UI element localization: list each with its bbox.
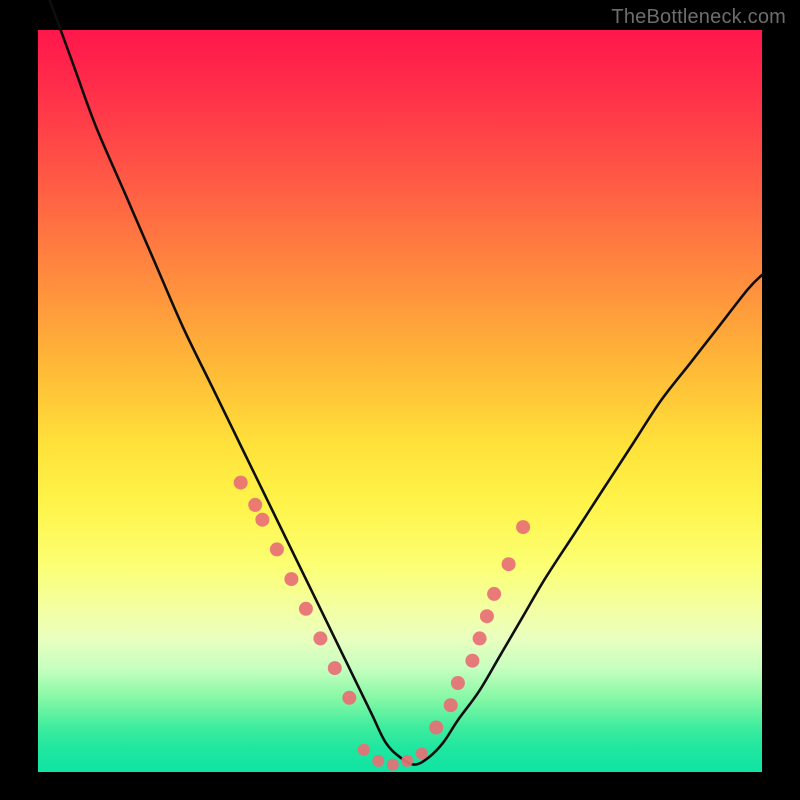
curve-marker: [451, 676, 465, 690]
curve-marker: [473, 631, 487, 645]
curve-marker: [429, 721, 443, 735]
curve-marker: [342, 691, 356, 705]
curve-marker: [328, 661, 342, 675]
curve-marker: [516, 520, 530, 534]
curve-marker: [465, 654, 479, 668]
curve-group: [38, 0, 762, 765]
chart-frame: TheBottleneck.com: [0, 0, 800, 800]
curve-marker: [487, 587, 501, 601]
curve-marker: [444, 698, 458, 712]
curve-marker: [270, 542, 284, 556]
curve-marker: [416, 748, 428, 760]
curve-marker: [284, 572, 298, 586]
plot-area: [38, 30, 762, 772]
curve-marker: [255, 513, 269, 527]
watermark-text: TheBottleneck.com: [611, 6, 786, 29]
bottleneck-curve: [38, 0, 762, 765]
curve-marker: [401, 755, 413, 767]
curve-marker: [313, 631, 327, 645]
curve-marker: [299, 602, 313, 616]
curve-marker: [234, 476, 248, 490]
curve-marker: [387, 759, 399, 771]
curve-marker: [372, 755, 384, 767]
curve-marker: [248, 498, 262, 512]
curve-marker: [502, 557, 516, 571]
curve-marker: [358, 744, 370, 756]
curve-marker: [480, 609, 494, 623]
bottleneck-curve-svg: [38, 30, 762, 772]
